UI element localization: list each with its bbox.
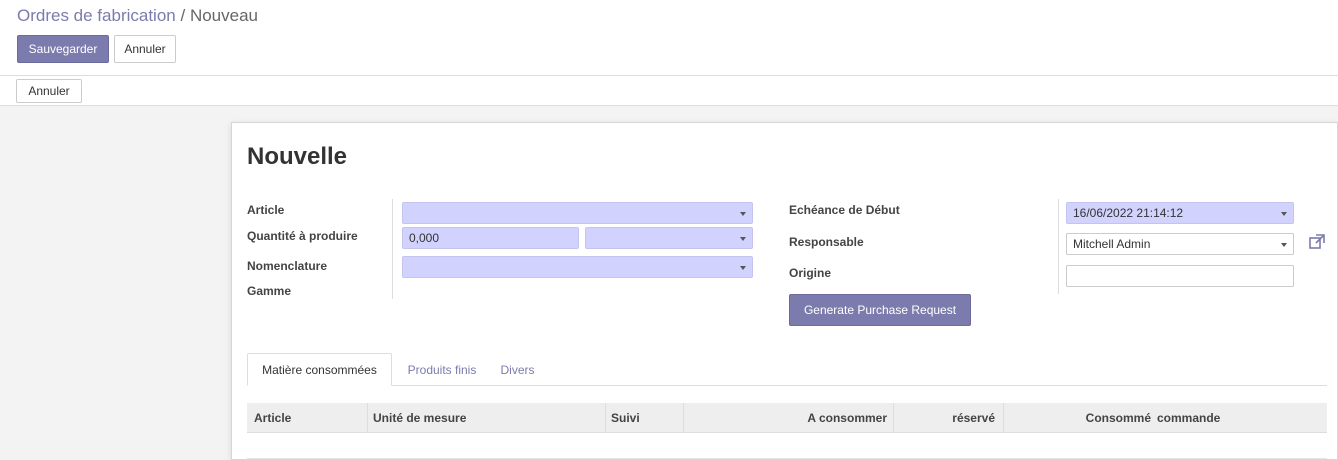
external-link-icon[interactable] — [1308, 233, 1326, 251]
routing-label: Gamme — [247, 284, 292, 298]
statusbar: Annuler — [0, 76, 1338, 106]
column-header-consumed[interactable]: Consommé — [1003, 403, 1153, 433]
cancel-order-button[interactable]: Annuler — [16, 79, 82, 103]
tab-finished-products[interactable]: Produits finis — [397, 353, 487, 386]
origin-label: Origine — [789, 266, 832, 280]
control-panel: Ordres de fabrication / Nouveau Sauvegar… — [0, 0, 1338, 76]
column-separator — [367, 403, 368, 433]
field-separator — [392, 199, 393, 299]
breadcrumb-parent-link[interactable]: Ordres de fabrication — [17, 6, 176, 25]
form-sheet: Nouvelle Article Quantité à produire Nom… — [231, 122, 1338, 460]
start-date-value: 16/06/2022 21:14:12 — [1073, 206, 1184, 220]
column-header-uom[interactable]: Unité de mesure — [373, 403, 466, 433]
responsible-value: Mitchell Admin — [1073, 237, 1151, 251]
column-header-to-consume[interactable]: A consommer — [683, 403, 891, 433]
breadcrumb-separator: / — [180, 6, 186, 25]
origin-input[interactable] — [1066, 265, 1294, 287]
chevron-down-icon — [740, 237, 746, 241]
table-header: Article Unité de mesure Suivi A consomme… — [247, 403, 1327, 433]
quantity-input[interactable]: 0,000 — [402, 227, 579, 249]
responsible-label: Responsable — [789, 235, 864, 249]
start-date-label: Echéance de Début — [789, 203, 900, 217]
column-header-order[interactable]: commande — [1157, 403, 1220, 433]
bom-label: Nomenclature — [247, 259, 328, 273]
uom-select[interactable] — [585, 227, 753, 249]
column-separator — [605, 403, 606, 433]
breadcrumb-current: Nouveau — [189, 6, 259, 25]
responsible-select[interactable]: Mitchell Admin — [1066, 233, 1294, 255]
chevron-down-icon — [740, 266, 746, 270]
tab-miscellaneous[interactable]: Divers — [490, 353, 545, 386]
save-button[interactable]: Sauvegarder — [17, 35, 109, 63]
discard-button[interactable]: Annuler — [114, 35, 176, 63]
record-title: Nouvelle — [247, 143, 348, 170]
column-header-reserved[interactable]: réservé — [893, 403, 997, 433]
chevron-down-icon — [1281, 243, 1287, 247]
breadcrumb: Ordres de fabrication / Nouveau — [17, 6, 258, 26]
table-body-divider — [247, 458, 1327, 459]
tab-consumed-materials[interactable]: Matière consommées — [247, 353, 392, 386]
generate-purchase-request-button[interactable]: Generate Purchase Request — [789, 294, 971, 326]
notebook-tabs: Matière consommées Produits finis Divers — [247, 353, 1327, 386]
column-header-article[interactable]: Article — [254, 403, 291, 433]
chevron-down-icon — [1281, 212, 1287, 216]
chevron-down-icon — [740, 212, 746, 216]
bom-select[interactable] — [402, 256, 753, 278]
column-header-tracking[interactable]: Suivi — [611, 403, 640, 433]
start-date-input[interactable]: 16/06/2022 21:14:12 — [1066, 202, 1294, 224]
article-select[interactable] — [402, 202, 753, 224]
field-separator — [1058, 199, 1059, 294]
article-label: Article — [247, 203, 285, 217]
quantity-label: Quantité à produire — [247, 229, 358, 243]
quantity-value: 0,000 — [409, 231, 440, 245]
